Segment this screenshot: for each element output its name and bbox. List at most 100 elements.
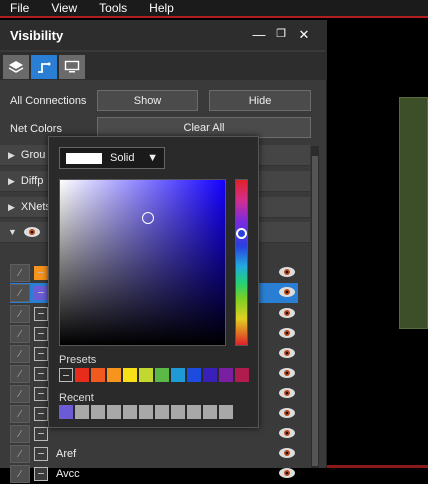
recent-swatch[interactable] [123,405,137,419]
recent-swatch[interactable] [139,405,153,419]
recent-swatch[interactable] [203,405,217,419]
menu-file[interactable]: File [10,1,29,15]
tab-display[interactable] [59,55,85,79]
ratsnest-icon[interactable]: ∕ [10,345,30,363]
eye-icon[interactable] [278,285,296,299]
float-icon[interactable]: ❐ [274,27,288,40]
net-color-swatch[interactable] [34,347,48,361]
board-outline [399,97,428,329]
ratsnest-icon[interactable]: ∕ [10,445,30,463]
eye-icon[interactable] [278,366,296,380]
net-color-swatch[interactable] [34,387,48,401]
net-color-swatch[interactable] [34,467,48,481]
net-colors-label: Net Colors [10,123,62,135]
recent-label: Recent [59,392,94,404]
eye-icon[interactable] [278,346,296,360]
chevron-down-icon: ▼ [147,152,158,164]
tab-layers[interactable] [3,55,29,79]
tab-nets[interactable] [31,55,57,79]
recent-swatch[interactable] [219,405,233,419]
color-cursor[interactable] [142,212,154,224]
recent-swatch[interactable] [187,405,201,419]
recent-swatch[interactable] [91,405,105,419]
panel-title: Visibility [10,27,64,43]
hue-slider-handle[interactable] [236,228,247,239]
preset-swatch[interactable] [139,368,153,382]
preset-swatch[interactable] [107,368,121,382]
clear-all-button[interactable]: Clear All [97,117,311,138]
hide-button[interactable]: Hide [209,90,311,111]
eye-icon[interactable] [278,406,296,420]
recent-swatch[interactable] [171,405,185,419]
menu-help[interactable]: Help [149,1,174,15]
panel-tabs [0,52,327,80]
eye-icon[interactable] [278,265,296,279]
fill-swatch [66,152,102,164]
net-color-swatch[interactable] [34,286,48,300]
net-color-swatch[interactable] [34,367,48,381]
pcb-canvas[interactable] [327,20,428,468]
group-label: Diffp [20,175,44,187]
preset-swatch[interactable] [219,368,233,382]
preset-swatch[interactable] [187,368,201,382]
scrollbar-thumb[interactable] [312,156,318,466]
ratsnest-icon[interactable]: ∕ [10,425,30,443]
preset-swatch[interactable] [171,368,185,382]
preset-swatch[interactable] [155,368,169,382]
net-name: Aref [56,448,77,460]
recent-swatch[interactable] [75,405,89,419]
preset-swatch[interactable] [75,368,89,382]
preset-swatch[interactable] [91,368,105,382]
eye-icon[interactable] [23,226,41,238]
ratsnest-icon[interactable]: ∕ [10,385,30,403]
menu-view[interactable]: View [51,1,77,15]
hue-slider[interactable] [235,179,248,346]
eye-icon[interactable] [278,466,296,480]
recent-swatch[interactable] [107,405,121,419]
net-color-swatch[interactable] [34,307,48,321]
eye-icon[interactable] [278,446,296,460]
eye-icon[interactable] [278,386,296,400]
layers-icon [8,61,24,73]
net-name: Avcc [56,468,80,480]
ratsnest-icon[interactable]: ∕ [10,365,30,383]
fill-mode-value: Solid [110,152,135,164]
collapse-arrow-icon[interactable]: ▼ [8,227,17,237]
eye-icon[interactable] [278,426,296,440]
recent-swatch[interactable] [155,405,169,419]
close-icon[interactable]: ✕ [297,27,311,43]
color-picker-popup: Solid ▼ Presets Recent [48,136,259,428]
expand-arrow-icon[interactable]: ▶ [8,150,15,161]
preset-swatch[interactable] [123,368,137,382]
preset-swatch[interactable] [203,368,217,382]
recent-swatch[interactable] [59,405,73,419]
net-list-scrollbar[interactable] [311,146,319,468]
group-label: Grou [20,149,46,161]
net-color-swatch[interactable] [34,427,48,441]
fill-mode-dropdown[interactable]: Solid ▼ [59,147,165,169]
net-row[interactable]: ∕ Aref [10,444,298,464]
saturation-value-field[interactable] [59,179,226,346]
menu-tools[interactable]: Tools [99,1,127,15]
panel-title-bar: Visibility — ❐ ✕ [0,20,327,50]
eye-icon[interactable] [278,306,296,320]
net-row[interactable]: ∕ Avcc [10,464,298,484]
ratsnest-icon[interactable]: ∕ [10,405,30,423]
no-color-swatch[interactable] [59,368,73,382]
preset-swatch[interactable] [235,368,249,382]
group-label: XNets [20,201,51,213]
ratsnest-icon[interactable]: ∕ [10,325,30,343]
expand-arrow-icon[interactable]: ▶ [8,176,15,187]
menu-bar: File View Tools Help [0,0,428,18]
ratsnest-icon[interactable]: ∕ [10,284,30,302]
eye-icon[interactable] [278,326,296,340]
net-color-swatch[interactable] [34,266,48,280]
ratsnest-icon[interactable]: ∕ [10,305,30,323]
minimize-icon[interactable]: — [252,27,266,42]
expand-arrow-icon[interactable]: ▶ [8,202,15,213]
ratsnest-icon[interactable]: ∕ [10,264,30,282]
net-color-swatch[interactable] [34,447,48,461]
show-button[interactable]: Show [97,90,198,111]
net-color-swatch[interactable] [34,407,48,421]
net-color-swatch[interactable] [34,327,48,341]
